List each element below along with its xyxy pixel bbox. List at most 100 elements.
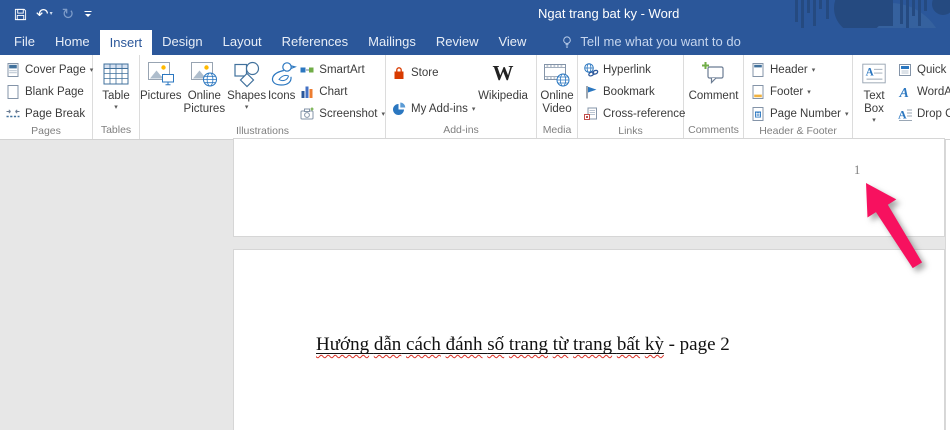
bookmark-button[interactable]: Bookmark — [583, 81, 685, 103]
undo-button[interactable]: ↶▾ — [36, 7, 53, 22]
footer-button[interactable]: Footer ▾ — [750, 81, 848, 103]
group-label-media: Media — [537, 124, 577, 139]
quick-access-toolbar: ↶▾ ↻ — [14, 0, 93, 28]
page-break-button[interactable]: Page Break — [5, 103, 93, 125]
my-add-ins-button[interactable]: My Add-ins ▾ — [391, 98, 474, 120]
quick-parts-button[interactable]: Quick Pa — [897, 59, 950, 81]
group-label-comments: Comments — [684, 124, 743, 139]
customize-quick-access-icon — [83, 9, 93, 19]
page-number-footer: 1 — [854, 163, 860, 178]
page-number-button[interactable]: Page Number ▾ — [750, 103, 848, 125]
page-break-icon — [5, 106, 21, 122]
screenshot-button[interactable]: Screenshot ▾ — [299, 103, 385, 125]
misspelled-word: cách — [406, 334, 441, 355]
ribbon-group-tables: Table ▾ Tables — [93, 55, 140, 139]
ribbon-group-links: Hyperlink Bookmark Cross-reference Links — [578, 55, 684, 139]
save-button[interactable] — [14, 8, 27, 21]
chart-icon — [299, 84, 315, 100]
tab-file[interactable]: File — [4, 28, 45, 55]
tab-home[interactable]: Home — [45, 28, 100, 55]
document-canvas: 1 Hướng dẫn cách đánh số trang từ trang … — [0, 140, 950, 430]
dropdown-caret-icon: ▾ — [472, 105, 476, 113]
group-label-tables: Tables — [93, 124, 139, 139]
titlebar-decoration — [740, 0, 950, 28]
ribbon-group-header-footer: Header ▾ Footer ▾ Page Number ▾ Header &… — [744, 55, 853, 139]
dropdown-caret-icon: ▾ — [872, 116, 876, 124]
screenshot-icon — [299, 106, 315, 122]
tab-layout[interactable]: Layout — [213, 28, 272, 55]
comment-icon — [699, 60, 729, 88]
blank-page-button[interactable]: Blank Page — [5, 81, 93, 103]
table-button[interactable]: Table ▾ — [94, 55, 139, 111]
tab-insert[interactable]: Insert — [100, 30, 153, 55]
dropdown-caret-icon: ▾ — [807, 88, 811, 96]
save-icon — [14, 8, 27, 21]
online-pictures-button[interactable]: Online Pictures — [182, 55, 228, 116]
online-pictures-icon — [189, 60, 219, 88]
misspelled-word: kỳ — [645, 334, 664, 355]
ribbon-group-addins: Store My Add-ins ▾ W Wikipedia Add-ins — [386, 55, 537, 139]
quick-parts-icon — [897, 62, 913, 78]
text-box-icon — [860, 61, 888, 86]
document-page-1[interactable]: 1 — [233, 138, 945, 237]
tab-view[interactable]: View — [488, 28, 536, 55]
misspelled-word: số — [487, 334, 504, 355]
cross-reference-icon — [583, 106, 599, 122]
dropdown-caret-icon: ▾ — [812, 66, 816, 74]
pictures-button[interactable]: Pictures — [140, 55, 182, 103]
comment-button[interactable]: Comment — [685, 55, 743, 103]
redo-icon: ↻ — [62, 7, 75, 22]
chart-button[interactable]: Chart — [299, 81, 385, 103]
wikipedia-w-icon: W — [493, 63, 514, 84]
smartart-button[interactable]: SmartArt — [299, 59, 385, 81]
dropdown-caret-icon: ▾ — [381, 110, 385, 118]
hyperlink-button[interactable]: Hyperlink — [583, 59, 685, 81]
cover-page-button[interactable]: Cover Page ▾ — [5, 59, 93, 81]
duck-icon — [267, 60, 297, 88]
ribbon-tab-bar: File Home Insert Design Layout Reference… — [0, 28, 950, 55]
undo-caret-icon: ▾ — [50, 11, 53, 17]
blank-page-icon — [5, 84, 21, 100]
customize-quick-access-button[interactable] — [83, 9, 93, 19]
misspelled-word: trang — [573, 334, 612, 355]
table-icon — [101, 60, 131, 88]
drop-cap-button[interactable]: Drop Cap — [897, 103, 950, 125]
cross-reference-button[interactable]: Cross-reference — [583, 103, 685, 125]
tell-me-box[interactable]: Tell me what you want to do — [560, 28, 740, 55]
wikipedia-button[interactable]: W Wikipedia — [474, 55, 532, 103]
misspelled-word: đánh — [446, 334, 483, 355]
tab-mailings[interactable]: Mailings — [358, 28, 426, 55]
tab-review[interactable]: Review — [426, 28, 489, 55]
pictures-icon — [146, 60, 176, 88]
footer-icon — [750, 84, 766, 100]
dropdown-caret-icon: ▾ — [114, 103, 118, 111]
misspelled-word: từ — [553, 334, 569, 355]
smartart-icon — [299, 62, 315, 78]
lightbulb-icon — [560, 35, 574, 49]
drop-cap-icon — [897, 106, 913, 122]
icons-button[interactable]: Icons — [266, 55, 297, 103]
wordart-icon — [897, 84, 913, 100]
misspelled-word: bất — [617, 334, 640, 355]
ribbon: Cover Page ▾ Blank Page Page Break Pages… — [0, 55, 950, 140]
shapes-button[interactable]: Shapes ▾ — [227, 55, 266, 111]
bookmark-icon — [583, 84, 599, 100]
scroll-area[interactable] — [945, 140, 950, 430]
group-label-illustrations: Illustrations — [140, 125, 385, 139]
my-add-ins-icon — [391, 101, 407, 117]
ribbon-group-pages: Cover Page ▾ Blank Page Page Break Pages — [0, 55, 93, 139]
store-icon — [391, 65, 407, 81]
redo-button[interactable]: ↻ — [62, 7, 75, 22]
tab-design[interactable]: Design — [152, 28, 212, 55]
document-heading: Hướng dẫn cách đánh số trang từ trang bấ… — [316, 334, 730, 356]
tab-references[interactable]: References — [272, 28, 358, 55]
undo-icon: ↶ — [36, 7, 49, 22]
document-page-2[interactable]: Hướng dẫn cách đánh số trang từ trang bấ… — [233, 249, 945, 430]
wordart-button[interactable]: WordArt — [897, 81, 950, 103]
header-button[interactable]: Header ▾ — [750, 59, 848, 81]
group-label-links: Links — [578, 125, 683, 139]
store-button[interactable]: Store — [391, 62, 474, 84]
text-box-button[interactable]: Text Box ▾ — [853, 55, 895, 124]
page-number-icon — [750, 106, 766, 122]
online-video-button[interactable]: Online Video — [537, 55, 577, 116]
